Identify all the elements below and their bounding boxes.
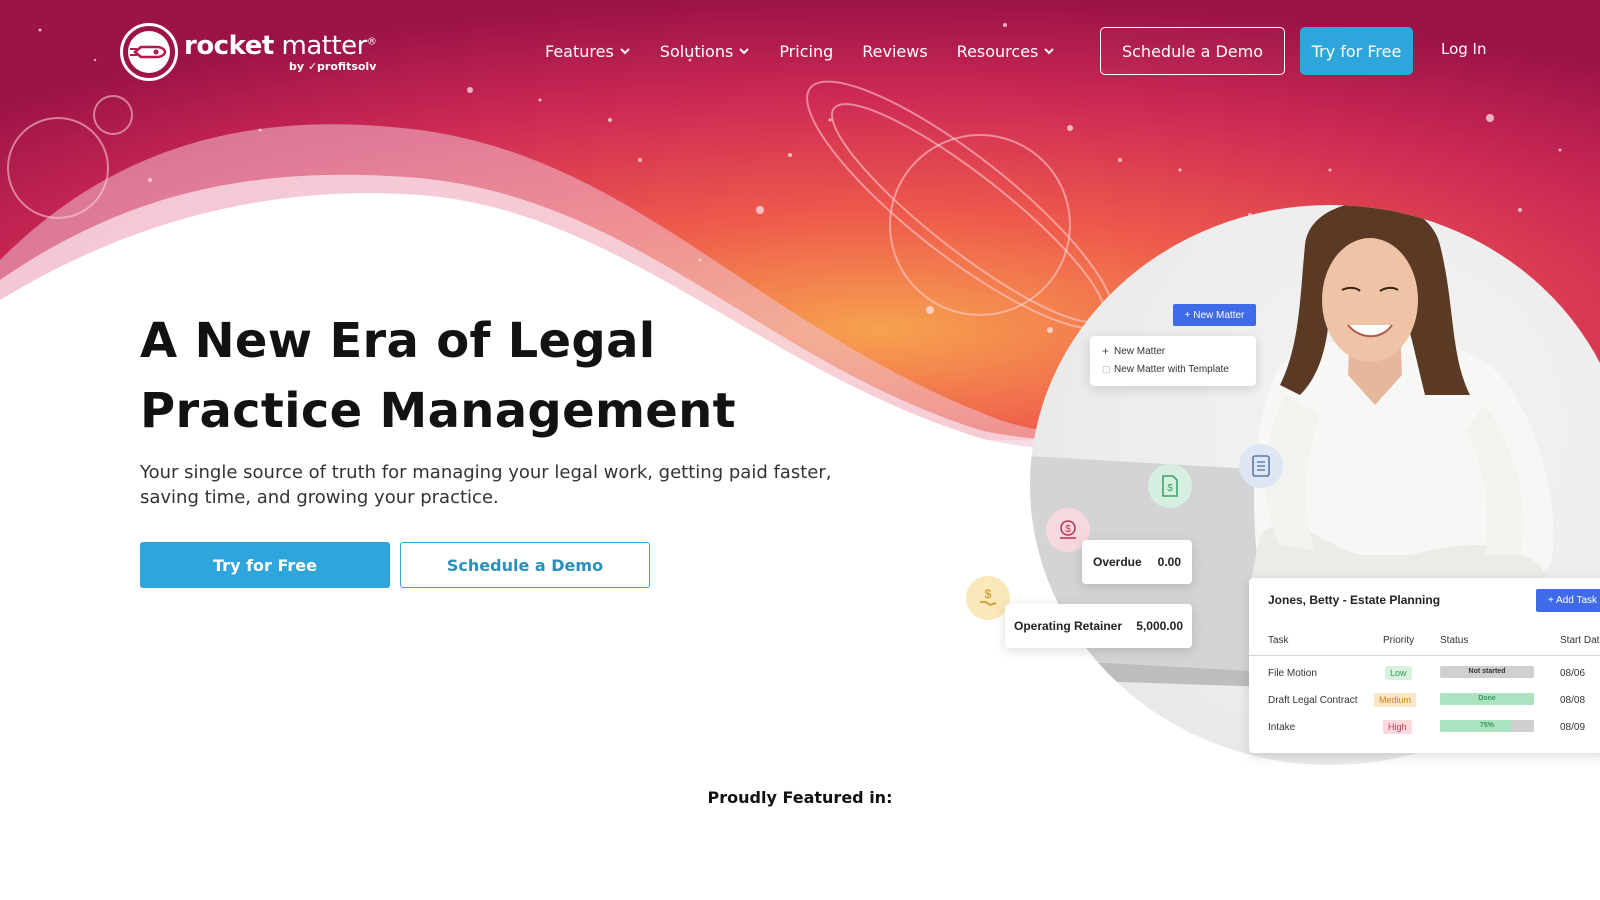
nav-solutions-label: Solutions: [659, 41, 734, 61]
nav-features[interactable]: Features: [545, 42, 631, 61]
hero-title-line2: Practice Management: [140, 383, 736, 439]
col-start-date: Start Date: [1560, 635, 1600, 646]
invoice-icon: [1239, 444, 1283, 488]
priority-badge: High: [1383, 720, 1412, 734]
priority-cell: Medium: [1374, 693, 1417, 707]
col-task: Task: [1268, 635, 1289, 646]
menu-item-label: New Matter with Template: [1114, 363, 1229, 375]
menu-item-new-matter-template[interactable]: ▢ New Matter with Template: [1102, 360, 1244, 378]
task-card: Jones, Betty - Estate Planning + Add Tas…: [1249, 578, 1600, 753]
table-row[interactable]: File Motion Low Not started 08/06: [1249, 660, 1600, 686]
status-cell: Done: [1440, 692, 1534, 708]
hero-schedule-demo-button[interactable]: Schedule a Demo: [400, 542, 650, 588]
dollar-document-icon: $: [1148, 464, 1192, 508]
hand-coin-icon: $: [966, 576, 1010, 620]
nav-try-free-button[interactable]: Try for Free: [1300, 27, 1413, 75]
priority-badge: Medium: [1374, 693, 1417, 707]
nav-schedule-demo-button[interactable]: Schedule a Demo: [1100, 27, 1285, 75]
hero-try-free-button[interactable]: Try for Free: [140, 542, 390, 588]
hero-title-line1: A New Era of Legal: [140, 313, 656, 369]
priority-badge: Low: [1385, 666, 1412, 680]
task-date: 08/09: [1560, 721, 1586, 733]
rocket-icon: [120, 23, 178, 81]
chevron-down-icon: [739, 48, 750, 55]
chevron-down-icon: [620, 48, 630, 55]
nav-solutions[interactable]: Solutions: [660, 42, 751, 61]
overdue-label: Overdue: [1093, 555, 1142, 569]
menu-item-label: New Matter: [1114, 345, 1166, 357]
table-row[interactable]: Intake High 75% 08/09: [1249, 714, 1600, 740]
document-icon: ▢: [1102, 363, 1111, 374]
status-progress-bar: 75%: [1440, 719, 1534, 732]
table-row[interactable]: Draft Legal Contract Medium Done 08/08: [1249, 687, 1600, 713]
main-nav: Features Solutions Pricing Reviews Resou…: [545, 27, 1084, 75]
plus-icon: +: [1102, 344, 1110, 358]
new-matter-menu: + New Matter ▢ New Matter with Template: [1090, 336, 1256, 386]
retainer-card: Operating Retainer 5,000.00: [1005, 604, 1192, 648]
logo-byline: by ✓profitsolv: [288, 59, 377, 73]
nav-resources[interactable]: Resources: [957, 42, 1056, 61]
hero-title: A New Era of Legal Practice Management: [140, 306, 840, 446]
add-task-button[interactable]: + Add Task: [1536, 589, 1600, 612]
svg-text:$: $: [1167, 483, 1173, 494]
task-date: 08/06: [1560, 667, 1586, 679]
status-progress-bar: Not started: [1440, 665, 1534, 678]
task-date: 08/08: [1560, 694, 1586, 706]
nav-resources-label: Resources: [956, 41, 1039, 61]
nav-reviews-label: Reviews: [862, 41, 928, 61]
status-label: Done: [1478, 694, 1496, 702]
task-name: Draft Legal Contract: [1268, 694, 1358, 706]
status-cell: 75%: [1440, 719, 1534, 735]
overdue-card: Overdue 0.00: [1082, 540, 1192, 584]
retainer-value: 5,000.00: [1136, 619, 1183, 633]
hero-subtitle: Your single source of truth for managing…: [140, 462, 832, 508]
retainer-label: Operating Retainer: [1014, 619, 1123, 633]
priority-cell: Low: [1385, 666, 1412, 680]
task-name: Intake: [1268, 721, 1296, 733]
nav-features-label: Features: [545, 41, 614, 61]
logo-wordmark: rocket matter®: [184, 30, 377, 61]
chevron-down-icon: [1044, 48, 1055, 55]
nav-pricing[interactable]: Pricing: [779, 42, 833, 61]
menu-item-new-matter[interactable]: + New Matter: [1102, 342, 1244, 360]
status-label: 75%: [1479, 721, 1494, 729]
featured-heading: Proudly Featured in:: [707, 788, 893, 807]
status-cell: Not started: [1440, 665, 1534, 681]
col-priority: Priority: [1383, 635, 1415, 646]
brand-logo[interactable]: rocket matter® by ✓profitsolv: [120, 22, 377, 82]
task-name: File Motion: [1268, 667, 1317, 679]
progress-fill: [1440, 719, 1511, 732]
overdue-value: 0.00: [1157, 555, 1181, 569]
nav-pricing-label: Pricing: [779, 41, 834, 61]
status-label: Not started: [1468, 667, 1506, 675]
login-link[interactable]: Log In: [1441, 40, 1487, 58]
priority-cell: High: [1383, 720, 1412, 734]
svg-text:$: $: [1065, 524, 1071, 535]
nav-reviews[interactable]: Reviews: [862, 42, 927, 61]
col-status: Status: [1440, 635, 1469, 646]
svg-text:$: $: [985, 587, 992, 601]
new-matter-button[interactable]: + New Matter: [1173, 304, 1256, 326]
task-table-header: Task Priority Status Start Date: [1249, 626, 1600, 656]
status-progress-bar: Done: [1440, 692, 1534, 705]
